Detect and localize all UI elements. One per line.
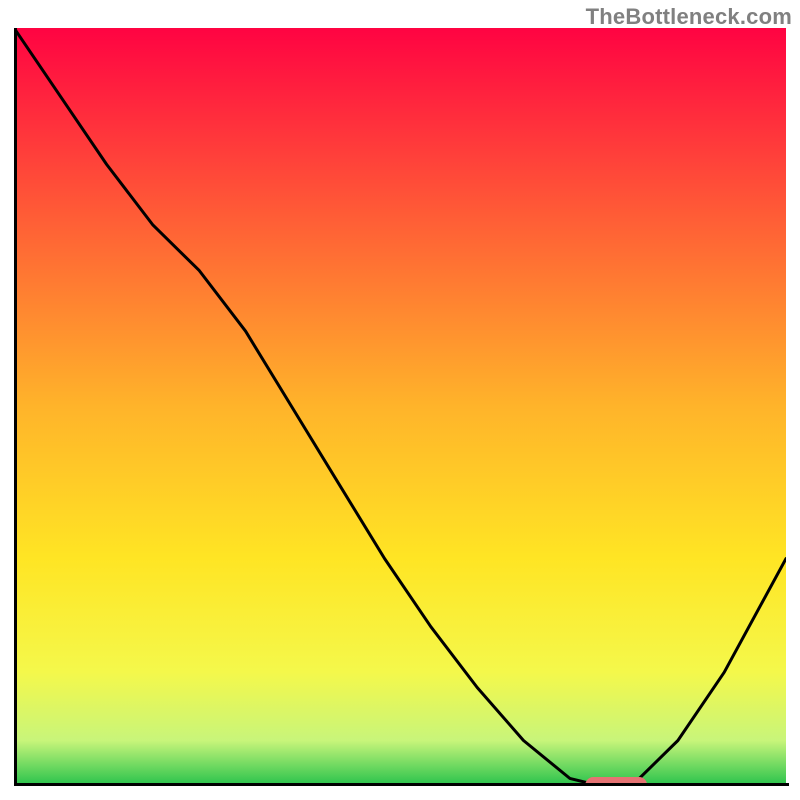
chart-container: TheBottleneck.com: [0, 0, 800, 800]
watermark-text: TheBottleneck.com: [586, 4, 792, 30]
optimal-marker: [14, 28, 786, 786]
x-axis-line: [14, 783, 789, 786]
plot-area: [14, 28, 786, 786]
y-axis-line: [14, 28, 17, 786]
